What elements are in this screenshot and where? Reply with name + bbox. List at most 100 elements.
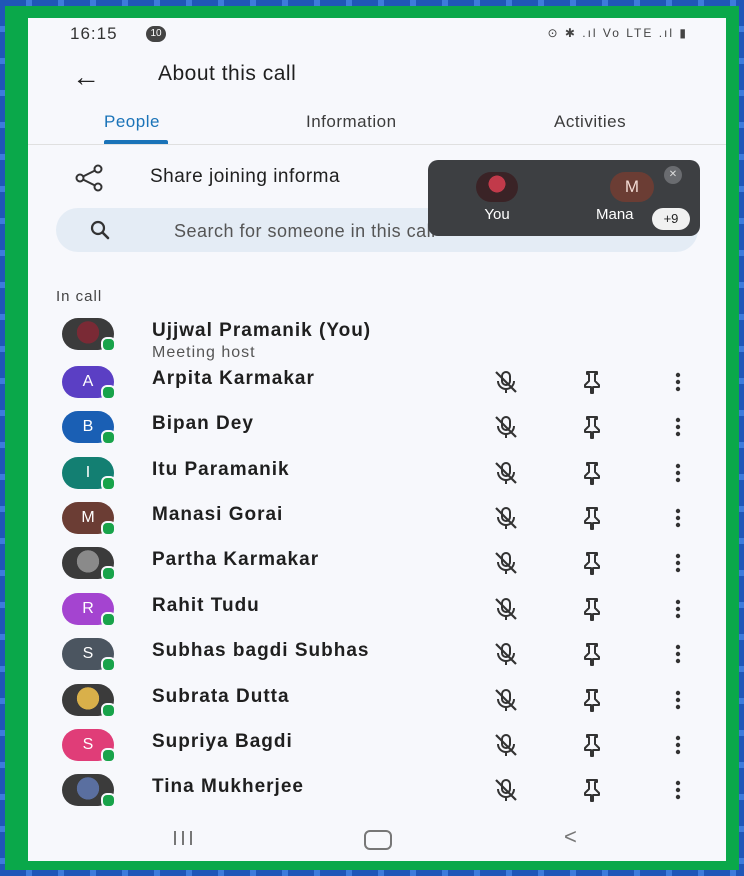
more-options-icon[interactable] [664,595,692,623]
participant-row[interactable]: I Itu Paramanik [28,453,726,497]
participant-row[interactable]: A Arpita Karmakar [28,362,726,406]
participant-row[interactable]: B Bipan Dey [28,407,726,451]
participant-row[interactable]: S Subhas bagdi Subhas [28,634,726,678]
nav-back-icon[interactable]: < [564,824,577,850]
more-options-icon[interactable] [664,549,692,577]
pin-icon[interactable] [578,413,606,441]
participant-row[interactable]: M Manasi Gorai [28,498,726,542]
active-tab-indicator [104,140,168,144]
participant-avatar: I [62,457,116,491]
participant-name: Subhas bagdi Subhas [152,640,370,661]
avatar-initial: S [82,736,94,753]
participant-row[interactable]: Tina Mukherjee [28,770,726,814]
participant-name: Rahit Tudu [152,595,260,616]
pin-icon[interactable] [578,368,606,396]
tab-bar: People Information Activities [28,108,726,145]
mic-off-icon[interactable] [492,459,520,487]
pin-icon[interactable] [578,640,606,668]
participant-avatar: B [62,411,116,445]
online-status-dot [101,612,116,627]
online-status-dot [101,385,116,400]
participant-row[interactable]: R Rahit Tudu [28,589,726,633]
participant-avatar [62,684,116,718]
mic-off-icon[interactable] [492,776,520,804]
participant-avatar [62,774,116,808]
more-options-icon[interactable] [664,776,692,804]
participant-role: Meeting host [152,344,256,361]
more-options-icon[interactable] [664,413,692,441]
more-options-icon[interactable] [664,459,692,487]
pin-icon[interactable] [578,595,606,623]
more-options-icon[interactable] [664,686,692,714]
participant-name: Ujjwal Pramanik (You) [152,320,372,341]
back-arrow-icon[interactable]: ← [72,60,112,94]
participant-name: Manasi Gorai [152,504,284,525]
page-title: About this call [158,62,297,85]
tab-activities[interactable]: Activities [554,112,626,132]
pin-icon[interactable] [578,776,606,804]
avatar-initial: M [81,509,95,526]
pin-icon[interactable] [578,504,606,532]
mic-off-icon[interactable] [492,686,520,714]
notification-count-badge: 10 [146,26,166,42]
participant-name: Subrata Dutta [152,686,290,707]
participant-row[interactable]: Partha Karmakar [28,543,726,587]
android-navigation-bar: < [28,818,726,861]
status-time: 16:15 [70,24,118,43]
you-label: You [484,206,510,223]
mic-off-icon[interactable] [492,640,520,668]
participant-name: Arpita Karmakar [152,368,315,389]
participant-row[interactable]: Ujjwal Pramanik (You) Meeting host [28,314,726,361]
more-options-icon[interactable] [664,640,692,668]
mic-off-icon[interactable] [492,368,520,396]
phone-screen: 16:15 10 ⊙ ✱ .ıl Vo LTE .ıl ▮ ← About th… [28,18,726,861]
participant-name: Partha Karmakar [152,549,320,570]
online-status-dot [101,521,116,536]
tab-people[interactable]: People [104,112,160,132]
avatar-initial: A [82,373,94,390]
more-options-icon[interactable] [664,504,692,532]
mic-off-icon[interactable] [492,731,520,759]
frame-border-bottom [0,870,744,876]
online-status-dot [101,337,116,352]
avatar-initial: S [82,645,94,662]
participant-name: Supriya Bagdi [152,731,293,752]
online-status-dot [101,657,116,672]
floating-participants-preview[interactable]: You M Mana ✕ +9 [428,160,700,236]
participant-name: Bipan Dey [152,413,254,434]
avatar-initial: B [82,418,94,435]
status-icons: ⊙ ✱ .ıl Vo LTE .ıl ▮ [547,26,688,40]
in-call-section-label: In call [56,288,103,305]
more-options-icon[interactable] [664,731,692,759]
status-bar: 16:15 10 ⊙ ✱ .ıl Vo LTE .ıl ▮ [28,18,726,52]
pin-icon[interactable] [578,549,606,577]
more-options-icon[interactable] [664,368,692,396]
online-status-dot [101,793,116,808]
avatar-initial: R [82,600,94,617]
participant-name: Tina Mukherjee [152,776,304,797]
online-status-dot [101,476,116,491]
recents-icon[interactable] [170,828,196,848]
mic-off-icon[interactable] [492,413,520,441]
participant-row[interactable]: Subrata Dutta [28,680,726,724]
home-icon[interactable] [364,830,392,850]
frame-border-left [0,0,5,876]
share-joining-info-button[interactable]: Share joining informa [150,166,340,188]
mic-off-icon[interactable] [492,595,520,623]
avatar-initial: I [85,464,91,481]
mic-off-icon[interactable] [492,549,520,577]
participant-avatar: S [62,729,116,763]
pin-icon[interactable] [578,731,606,759]
share-icon[interactable] [72,164,106,192]
participant-avatar: A [62,366,116,400]
participant-avatar [62,547,116,581]
pin-icon[interactable] [578,459,606,487]
mic-off-icon[interactable] [492,504,520,532]
participant-row[interactable]: S Supriya Bagdi [28,725,726,769]
frame-border-top [0,0,744,6]
frame-border-right [739,0,744,876]
search-icon [90,220,110,240]
pin-icon[interactable] [578,686,606,714]
tab-information[interactable]: Information [306,112,397,132]
online-status-dot [101,566,116,581]
